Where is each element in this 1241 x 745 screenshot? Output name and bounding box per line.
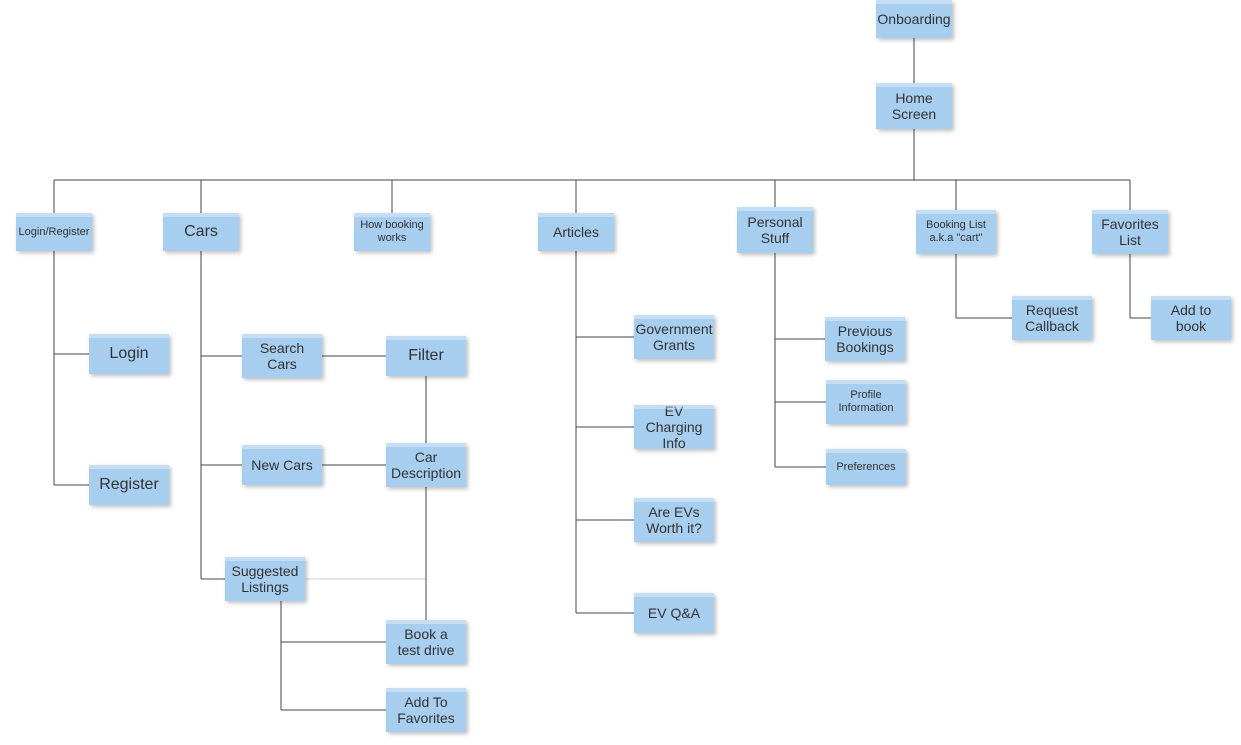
node-filter: Filter [386,336,466,376]
node-login-register: Login/Register [16,213,92,251]
node-cars: Cars [163,213,239,251]
node-register: Register [89,465,169,505]
node-new-cars: New Cars [242,445,322,485]
node-login: Login [89,334,169,374]
node-articles: Articles [538,213,614,251]
node-suggested-listings: Suggested Listings [225,557,305,601]
node-personal-stuff: Personal Stuff [737,207,813,253]
node-search-cars: Search Cars [242,334,322,378]
node-onboarding: Onboarding [876,0,952,38]
node-ev-charging-info: EV Charging Info [634,405,714,449]
node-profile-info: Profile Information [826,380,906,424]
node-favorites-list: Favorites List [1092,210,1168,254]
node-ev-qa: EV Q&A [634,593,714,633]
node-book-test-drive: Book a test drive [386,620,466,664]
node-home-screen: Home Screen [876,83,952,129]
node-previous-bookings: Previous Bookings [825,317,905,361]
node-car-description: Car Description [386,443,466,487]
node-add-to-favorites: Add To Favorites [386,688,466,732]
node-preferences: Preferences [826,449,906,485]
node-government-grants: Government Grants [634,315,714,359]
node-are-evs-worth-it: Are EVs Worth it? [634,498,714,542]
node-booking-list: Booking List a.k.a "cart" [916,210,996,254]
node-how-booking-works: How booking works [354,213,430,251]
node-request-callback: Request Callback [1012,296,1092,340]
connectors [0,0,1241,745]
node-add-to-book: Add to book [1151,296,1231,340]
